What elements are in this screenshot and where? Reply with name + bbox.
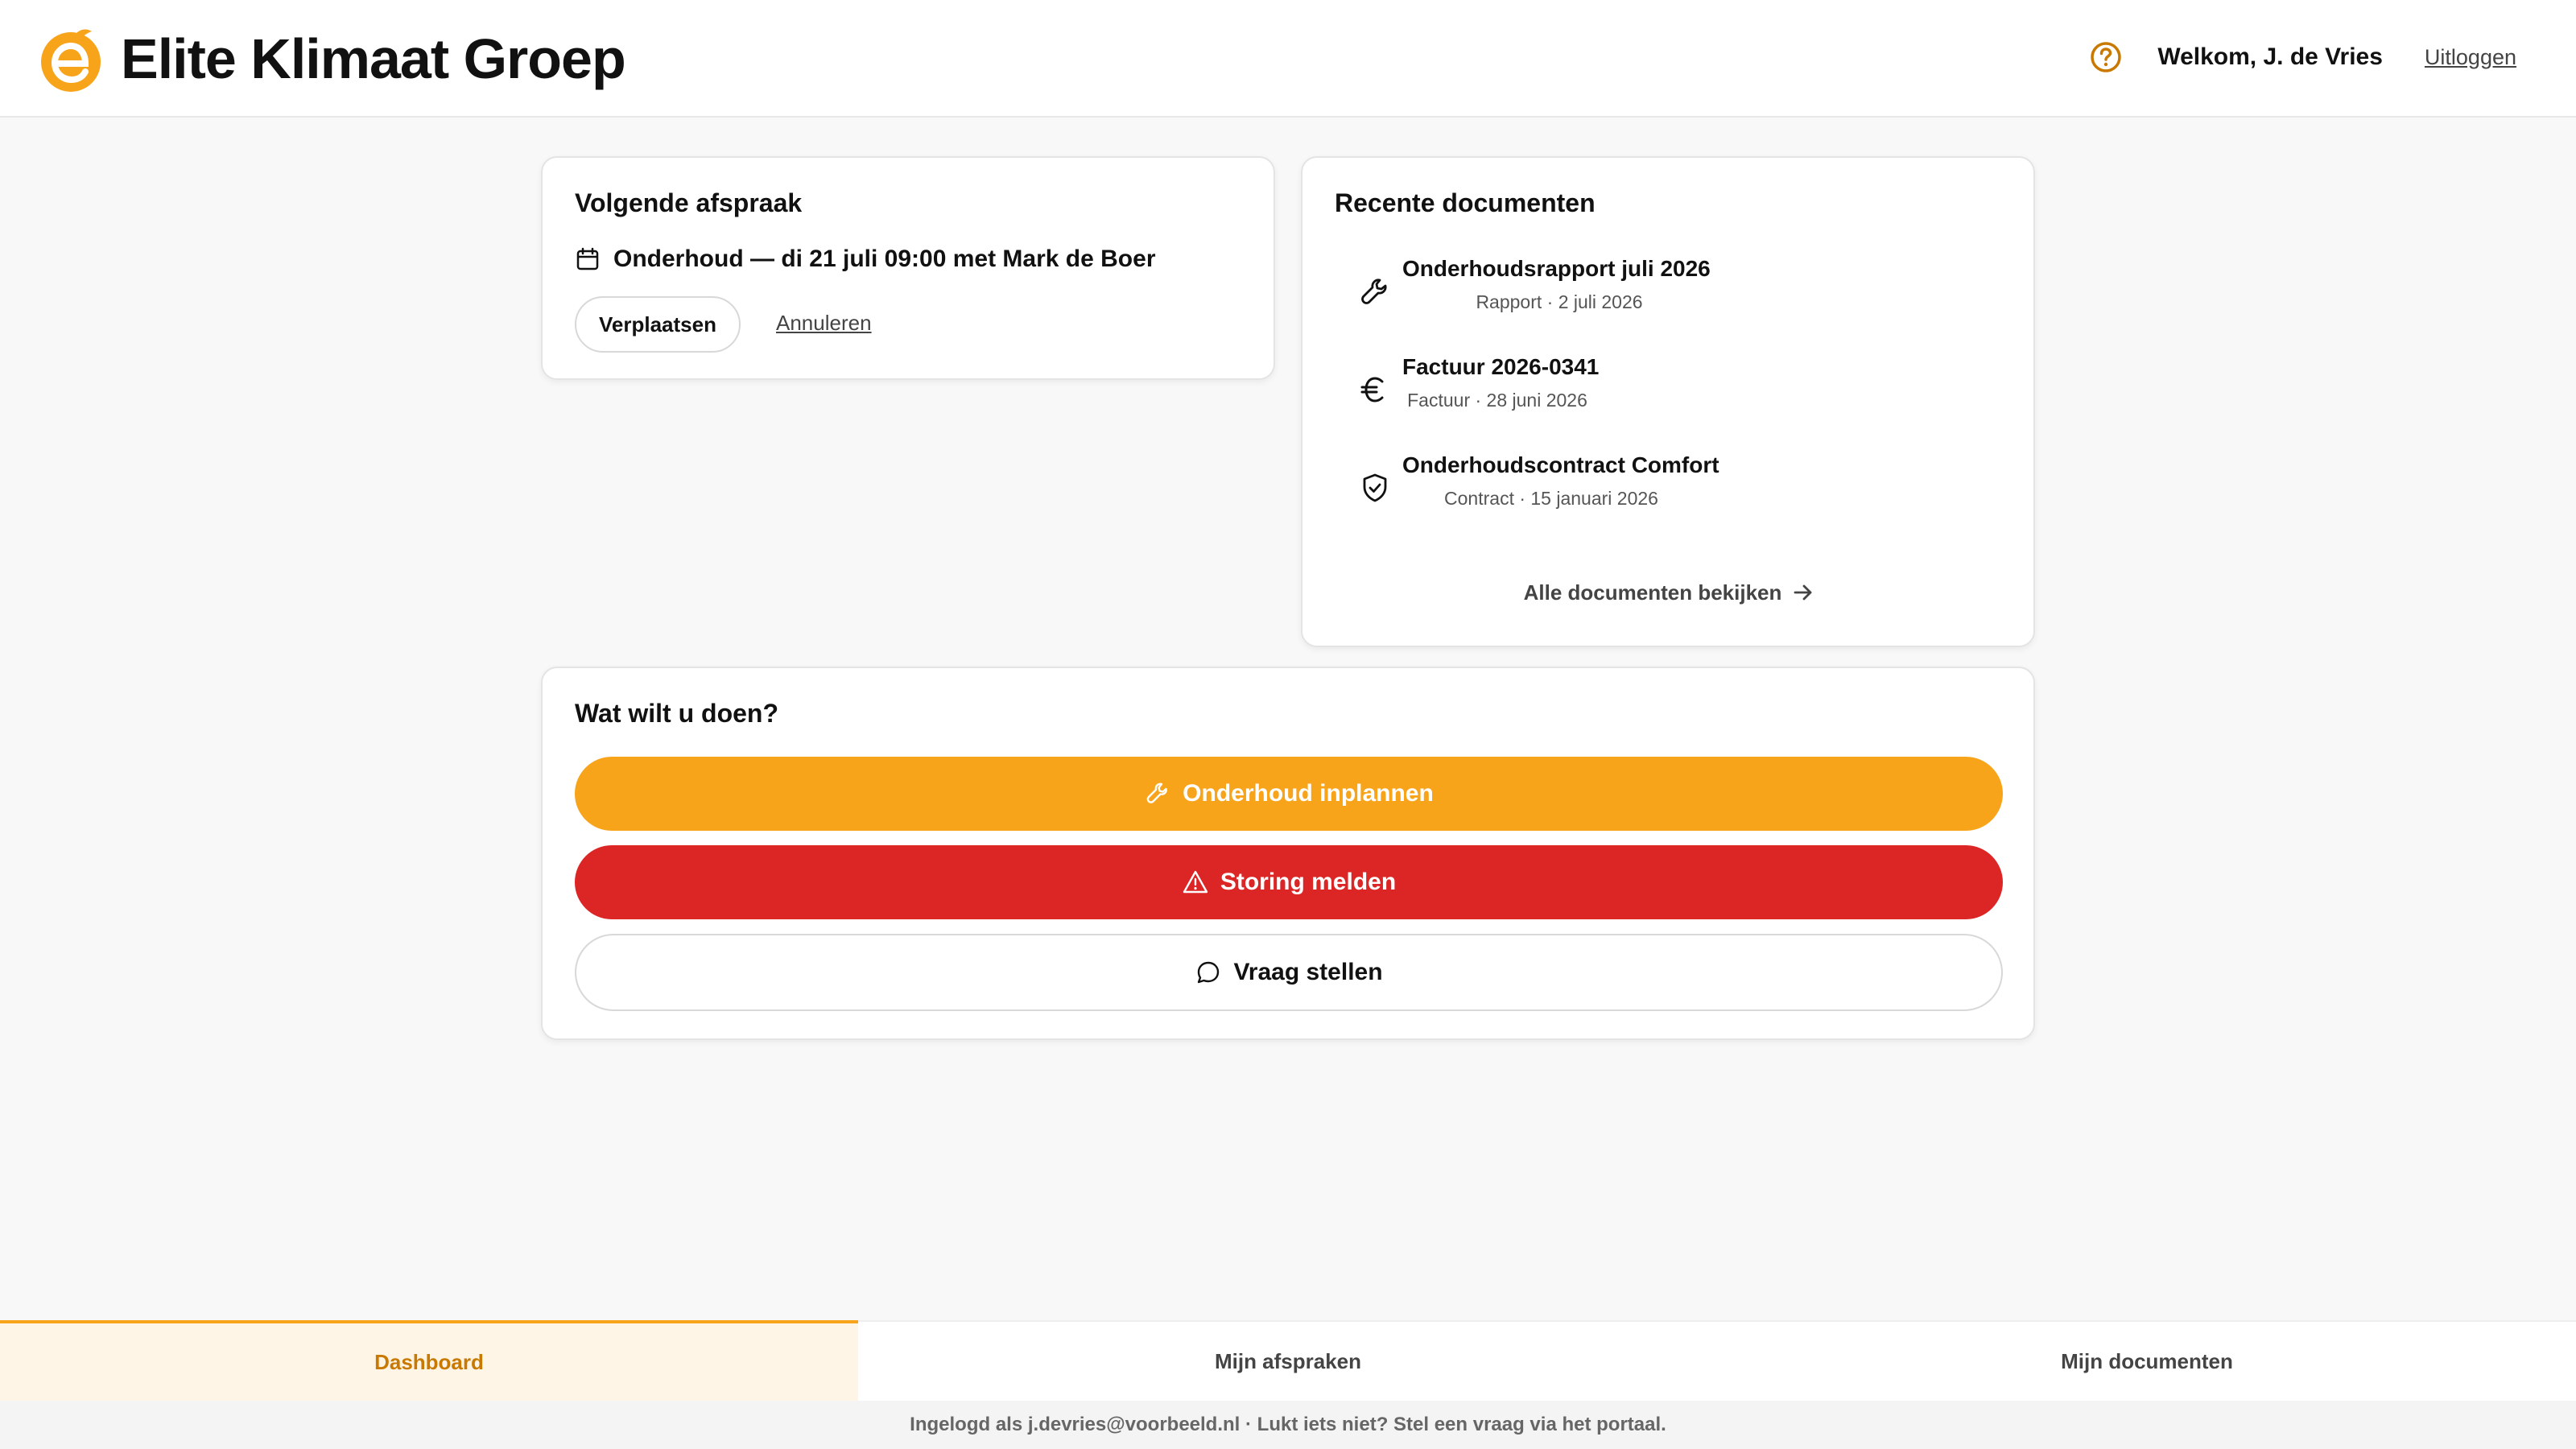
all-documents-link[interactable]: Alle documenten bekijken <box>1302 576 2037 609</box>
ask-question-label: Vraag stellen <box>1233 959 1383 985</box>
brand-name: Elite Klimaat Groep <box>121 27 626 90</box>
help-circle-icon[interactable] <box>2088 39 2124 75</box>
wrench-icon <box>1361 279 1387 304</box>
tab-dashboard[interactable]: Dashboard <box>0 1320 858 1401</box>
footer-status: Ingelogd als j.devries@voorbeeld.nl · Lu… <box>0 1401 2576 1449</box>
warning-triangle-icon <box>1183 870 1208 894</box>
arrow-right-icon <box>1794 584 1812 601</box>
report-fault-button[interactable]: Storing melden <box>575 845 2003 919</box>
document-title: Factuur 2026-0341 <box>1402 354 1600 379</box>
actions-card: Wat wilt u doen? Onderhoud inplannen Sto… <box>541 667 2035 1040</box>
appointment-detail: Onderhoud — di 21 juli 09:00 met Mark de… <box>575 243 1156 275</box>
document-meta: Contract · 15 januari 2026 <box>1444 488 1658 509</box>
appointment-card-title: Volgende afspraak <box>575 188 803 217</box>
bottom-navigation: Dashboard Mijn afspraken Mijn documenten <box>0 1320 2576 1401</box>
report-fault-label: Storing melden <box>1220 869 1397 895</box>
cancel-appointment-link[interactable]: Annuleren <box>776 311 872 336</box>
reschedule-button[interactable]: Verplaatsen <box>575 296 741 353</box>
all-documents-label: Alle documenten bekijken <box>1523 580 1782 605</box>
actions-card-title: Wat wilt u doen? <box>575 699 778 728</box>
schedule-maintenance-label: Onderhoud inplannen <box>1183 780 1434 807</box>
shield-check-icon <box>1363 473 1387 502</box>
ask-question-button[interactable]: Vraag stellen <box>575 934 2003 1011</box>
document-item[interactable]: Factuur 2026-0341 Factuur · 28 juni 2026 <box>1335 354 2003 427</box>
schedule-maintenance-button[interactable]: Onderhoud inplannen <box>575 757 2003 831</box>
document-title: Onderhoudscontract Comfort <box>1402 452 1719 477</box>
euro-icon <box>1360 377 1384 402</box>
tab-appointments[interactable]: Mijn afspraken <box>858 1320 1718 1401</box>
next-appointment-card: Volgende afspraak Onderhoud — di 21 juli… <box>541 156 1275 380</box>
header-user-area: Welkom, J. de Vries Uitloggen <box>2088 32 2516 82</box>
document-meta: Rapport · 2 juli 2026 <box>1476 291 1643 312</box>
wrench-icon <box>1146 782 1168 803</box>
recent-documents-card: Recente documenten Onderhoudsrapport jul… <box>1301 156 2035 647</box>
document-item[interactable]: Onderhoudsrapport juli 2026 Rapport · 2 … <box>1335 256 2003 328</box>
logo-mark-icon <box>41 29 101 92</box>
document-title: Onderhoudsrapport juli 2026 <box>1402 256 1711 281</box>
document-meta: Factuur · 28 juni 2026 <box>1407 390 1587 411</box>
appointment-detail-text: Onderhoud — di 21 juli 09:00 met Mark de… <box>613 246 1156 272</box>
document-item[interactable]: Onderhoudscontract Comfort Contract · 15… <box>1335 452 2003 525</box>
calendar-icon <box>576 247 599 270</box>
documents-card-title: Recente documenten <box>1335 188 1596 217</box>
chat-bubble-icon <box>1198 961 1220 984</box>
tab-documents[interactable]: Mijn documenten <box>1718 1320 2576 1401</box>
top-header: Elite Klimaat Groep Welkom, J. de Vries … <box>0 0 2576 118</box>
welcome-text: Welkom, J. de Vries <box>2157 43 2383 70</box>
logout-link[interactable]: Uitloggen <box>2425 45 2516 70</box>
brand-logo[interactable]: Elite Klimaat Groep <box>37 24 626 93</box>
